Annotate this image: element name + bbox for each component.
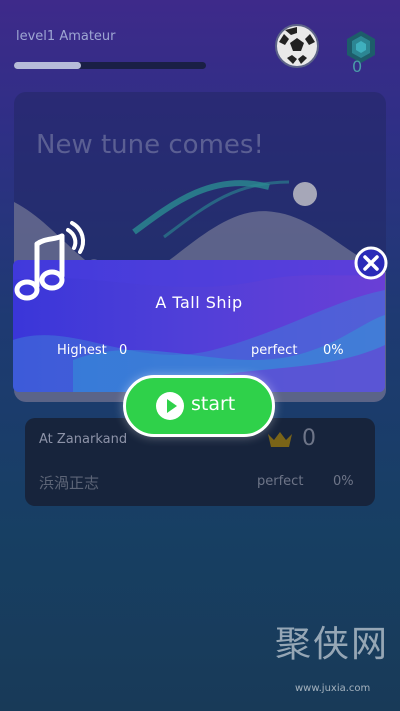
watermark-logo: 聚侠网 xyxy=(275,624,390,665)
crown-icon xyxy=(268,432,292,447)
start-button[interactable]: start xyxy=(123,375,275,437)
level-label: level1 Amateur xyxy=(16,29,116,44)
close-icon xyxy=(354,246,388,280)
highest-value: 0 xyxy=(119,343,128,358)
play-icon xyxy=(156,392,184,420)
gem-count: 0 xyxy=(352,57,363,76)
soccer-ball-icon[interactable] xyxy=(275,24,319,68)
xp-progress-bar xyxy=(14,62,206,69)
perfect-value: 0% xyxy=(323,343,344,358)
xp-progress-fill xyxy=(14,62,82,69)
start-label: start xyxy=(191,393,236,415)
watermark-url: www.juxia.com xyxy=(295,683,371,694)
perfect-label: perfect xyxy=(257,474,304,489)
new-tune-headline: New tune comes! xyxy=(36,130,264,160)
perfect-label: perfect xyxy=(251,343,298,358)
song-composer: 浜渦正志 xyxy=(39,474,100,492)
highest-label: Highest xyxy=(57,343,107,358)
music-note-icon xyxy=(14,221,86,301)
crown-count: 0 xyxy=(302,426,316,451)
close-button[interactable] xyxy=(353,245,389,281)
perfect-value: 0% xyxy=(333,474,354,489)
song-title: At Zanarkand xyxy=(39,432,128,447)
